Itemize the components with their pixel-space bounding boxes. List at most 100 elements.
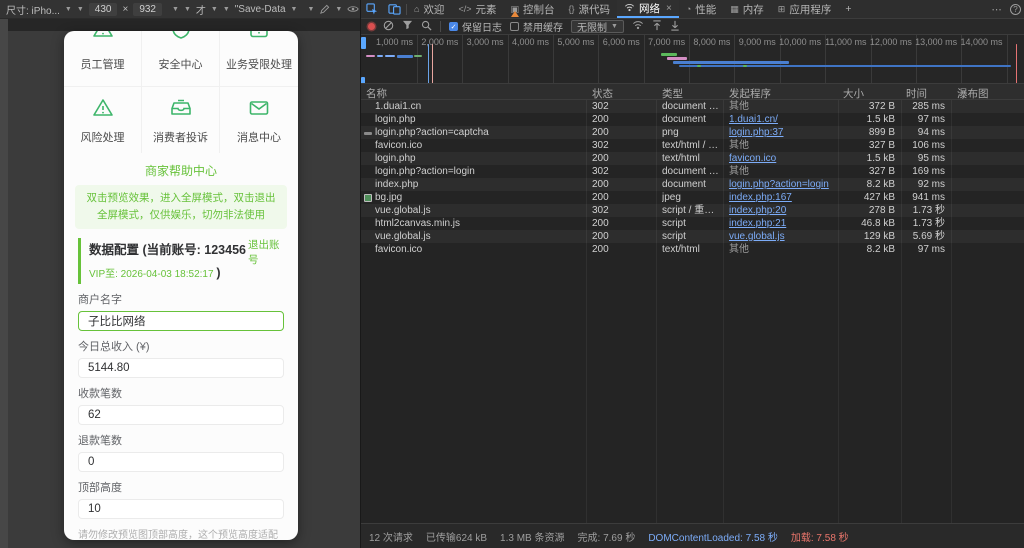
tab-application[interactable]: ⊞ 应用程序 xyxy=(771,0,839,18)
tab-memory[interactable]: ▦ 内存 xyxy=(723,0,771,18)
table-row[interactable]: favicon.ico 200 text/html 其他 8.2 kB 97 ms xyxy=(361,243,1024,256)
device-toolbar-toggle-icon[interactable] xyxy=(383,0,406,18)
eye-icon[interactable] xyxy=(347,3,359,15)
network-icon xyxy=(624,3,635,14)
device-width-input[interactable]: 430 xyxy=(88,2,118,16)
grid-item-3[interactable]: 业务受限处理 xyxy=(220,31,298,87)
table-row[interactable]: bg.jpg 200 jpeg index.php:167 427 kB 941 ms xyxy=(361,191,1024,204)
throttling-dropdown[interactable]: 无限制 ▼ xyxy=(571,20,624,34)
request-initiator[interactable]: index.php:20 xyxy=(729,204,835,217)
column-header-5[interactable]: 大小 xyxy=(843,86,864,101)
chevron-down-icon[interactable]: ▼ xyxy=(77,6,84,13)
column-header-7[interactable]: 瀑布图 xyxy=(957,86,989,101)
chevron-down-icon[interactable]: ▼ xyxy=(335,6,342,13)
tab-plus[interactable]: + xyxy=(838,0,858,18)
grid-item-1[interactable]: 员工管理 xyxy=(64,31,142,87)
more-tools-icon[interactable]: ⋯ xyxy=(992,4,1003,16)
grid-item-4[interactable]: 风险处理 xyxy=(64,87,142,153)
chevron-down-icon[interactable]: ▼ xyxy=(184,6,191,13)
field-label: 商户名字 xyxy=(78,293,122,306)
device-dimensions-select[interactable]: 尺寸: iPho... xyxy=(6,2,60,17)
request-type: document xyxy=(662,114,706,125)
column-header-3[interactable]: 类型 xyxy=(662,86,683,101)
tab-label: 元素 xyxy=(475,3,497,16)
request-initiator[interactable]: favicon.ico xyxy=(729,152,835,165)
tab-sources[interactable]: {} 源代码 xyxy=(561,0,617,18)
clear-icon[interactable] xyxy=(383,20,394,34)
request-initiator[interactable]: vue.global.js xyxy=(729,230,835,243)
tab-code[interactable]: </> 元素 xyxy=(451,0,503,18)
grid-item-5[interactable]: 消费者投诉 xyxy=(142,87,220,153)
field-input[interactable] xyxy=(78,498,284,519)
import-har-icon[interactable] xyxy=(652,19,662,34)
table-row[interactable]: login.php 200 text/html favicon.ico 1.5 kB 95… xyxy=(361,152,1024,165)
request-initiator[interactable]: index.php:167 xyxy=(729,191,835,204)
waterfall-mark xyxy=(361,37,366,49)
table-row[interactable]: vue.global.js 200 script vue.global.js 129 k… xyxy=(361,230,1024,243)
device-height-input[interactable]: 932 xyxy=(133,2,162,16)
table-row[interactable]: index.php 200 document login.php?action=log… xyxy=(361,178,1024,191)
table-row[interactable]: favicon.ico 302 text/html / 重定… 其他 327 B 106 … xyxy=(361,139,1024,152)
tab-network[interactable]: 网络 × xyxy=(616,0,679,18)
pen-icon[interactable] xyxy=(319,3,330,15)
column-header-1[interactable]: 名称 xyxy=(366,86,387,101)
logout-link[interactable]: 退出账号 xyxy=(248,238,284,284)
grid-item-6[interactable]: 消息中心 xyxy=(220,87,298,153)
table-row[interactable]: login.php?action=captcha 200 png login.php:… xyxy=(361,126,1024,139)
summary-item-5: DOMContentLoaded: 7.58 秒 xyxy=(648,532,778,544)
column-divider xyxy=(656,100,657,523)
chevron-down-icon[interactable]: ▼ xyxy=(65,6,72,13)
request-status: 302 xyxy=(592,205,609,216)
table-row[interactable]: vue.global.js 302 script / 重定向 index.php:20… xyxy=(361,204,1024,217)
filter-icon[interactable] xyxy=(402,20,413,33)
checkbox-unchecked-icon[interactable] xyxy=(510,22,519,31)
checkbox-checked-icon[interactable]: ✓ xyxy=(449,22,458,31)
chevron-down-icon[interactable]: ▼ xyxy=(223,6,230,13)
device-zoom-select[interactable]: 才 xyxy=(196,2,206,17)
request-status: 200 xyxy=(592,153,609,164)
field-input[interactable] xyxy=(78,310,284,331)
form-field-4: 退款笔数 xyxy=(78,432,284,472)
request-initiator[interactable]: login.php?action=login xyxy=(729,178,835,191)
search-icon[interactable] xyxy=(421,20,432,34)
form-field-1: 商户名字 xyxy=(78,291,284,331)
network-timeline-overview[interactable]: 1,000 ms 2,000 ms 3,000 ms 4,000 ms 5,000 ms… xyxy=(361,35,1024,84)
column-divider xyxy=(723,100,724,523)
tab-performance[interactable]: ◔ 性能 xyxy=(679,0,723,18)
network-toolbar: ✓ 保留日志 禁用缓存 无限制 ▼ xyxy=(361,19,1024,35)
table-row[interactable]: 1.duai1.cn 302 document / 重… 其他 372 B 285 ms xyxy=(361,100,1024,113)
throttling-select[interactable]: "Save-Data xyxy=(235,4,286,15)
inspect-element-icon[interactable] xyxy=(361,0,383,18)
column-header-6[interactable]: 时间 xyxy=(906,86,927,101)
table-row[interactable]: login.php 200 document 1.duai1.cn/1.5 kB 97 … xyxy=(361,113,1024,126)
request-initiator[interactable]: 1.duai1.cn/ xyxy=(729,113,835,126)
preserve-log-checkbox[interactable]: ✓ 保留日志 xyxy=(449,19,502,34)
request-initiator[interactable]: login.php:37 xyxy=(729,126,835,139)
chevron-down-icon[interactable]: ▼ xyxy=(307,6,314,13)
chevron-down-icon[interactable]: ▼ xyxy=(211,6,218,13)
column-header-2[interactable]: 状态 xyxy=(592,86,613,101)
chevron-down-icon[interactable]: ▼ xyxy=(291,6,298,13)
field-input[interactable] xyxy=(78,357,284,378)
tab-home[interactable]: ⌂ 欢迎 xyxy=(407,0,451,18)
field-input[interactable] xyxy=(78,404,284,425)
table-row[interactable]: login.php?action=login 302 document / 重… 其他… xyxy=(361,165,1024,178)
devtools-tabstrip: ⌂ 欢迎 </> 元素 ▣ 控制台{} 源代码 网络 × ◔ 性能 ▦ 内存 ⊞ 应用程序 + ⋯ ? xyxy=(361,0,1024,19)
close-icon[interactable]: × xyxy=(666,3,672,14)
field-input[interactable] xyxy=(78,451,284,472)
column-header-4[interactable]: 发起程序 xyxy=(729,86,771,101)
request-size: 1.5 kB xyxy=(866,114,895,125)
record-icon[interactable] xyxy=(368,23,375,30)
request-type: script / 重定向 xyxy=(662,205,721,216)
request-initiator[interactable]: index.php:21 xyxy=(729,217,835,230)
export-har-icon[interactable] xyxy=(670,20,680,34)
tab-console[interactable]: ▣ 控制台 xyxy=(503,0,561,18)
chevron-down-icon[interactable]: ▼ xyxy=(172,6,179,13)
disable-cache-checkbox[interactable]: 禁用缓存 xyxy=(510,19,563,34)
grid-item-2[interactable]: 安全中心 xyxy=(142,31,220,87)
table-row[interactable]: html2canvas.min.js 200 script index.php:21 4… xyxy=(361,217,1024,230)
request-name: html2canvas.min.js xyxy=(375,218,461,229)
help-icon[interactable]: ? xyxy=(1010,4,1021,15)
network-conditions-icon[interactable] xyxy=(632,20,644,33)
waterfall-mark xyxy=(366,55,375,57)
